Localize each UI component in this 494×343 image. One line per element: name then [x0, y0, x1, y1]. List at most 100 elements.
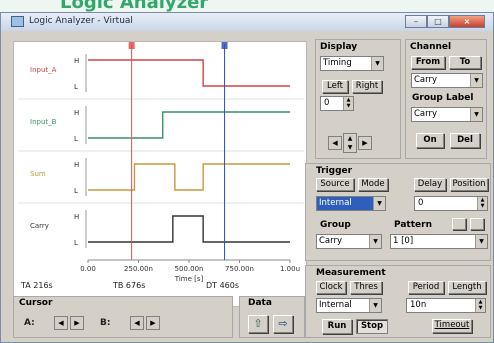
- signal-waveform: [88, 111, 290, 139]
- channel-from-button[interactable]: From: [411, 56, 445, 69]
- waveform-chart: H L Input_A H L Input_B H L Sum H L Carry 0.00 250.00…: [18, 42, 304, 283]
- measurement-title: Measurement: [316, 268, 386, 278]
- chevron-down-icon: ▼: [369, 299, 381, 312]
- x-tick-label: 500.00n: [175, 265, 204, 273]
- channel-on-button[interactable]: On: [416, 133, 444, 148]
- trigger-position-button[interactable]: Position: [450, 178, 488, 191]
- group-label-title: Group Label: [412, 93, 474, 103]
- timeout-button[interactable]: Timeout: [432, 319, 472, 333]
- trigger-group-select[interactable]: Carry ▼: [316, 234, 382, 249]
- measurement-length-button[interactable]: Length: [448, 281, 486, 294]
- measurement-clock-button[interactable]: Clock: [316, 281, 346, 294]
- import-data-button[interactable]: ⇨: [273, 315, 293, 333]
- export-data-button[interactable]: ⇧: [248, 315, 268, 333]
- spin-icon[interactable]: ▲ ▼: [477, 197, 487, 210]
- chevron-down-icon: ▼: [369, 235, 381, 248]
- group-label-select[interactable]: Carry ▼: [411, 107, 483, 122]
- signal-waveform: [88, 215, 290, 243]
- trigger-group-title: Group: [320, 220, 351, 230]
- data-title: Data: [248, 298, 272, 308]
- pattern-next-button[interactable]: [470, 218, 484, 230]
- measurement-period-value: 10n: [410, 300, 427, 310]
- signal-label: Carry: [30, 222, 49, 230]
- tb-readout: TB 676s: [113, 281, 146, 290]
- app-icon: [11, 16, 24, 27]
- close-button[interactable]: ×: [449, 15, 485, 28]
- display-mode-select[interactable]: Timing ▼: [320, 56, 384, 71]
- trigger-pattern-title: Pattern: [394, 220, 432, 230]
- pattern-prev-button[interactable]: [452, 218, 466, 230]
- display-left-button[interactable]: Left: [322, 80, 348, 93]
- signal-waveform: [88, 59, 290, 87]
- display-scroll-right-button[interactable]: ▶: [358, 136, 372, 150]
- display-right-button[interactable]: Right: [352, 80, 382, 93]
- trigger-group-value: Carry: [319, 236, 343, 246]
- banner-text: Logic Analyzer: [60, 0, 209, 12]
- run-button[interactable]: Run: [322, 319, 352, 334]
- trigger-source-button[interactable]: Source: [316, 178, 354, 191]
- display-offset-field[interactable]: 0 ▲ ▼: [320, 96, 354, 111]
- trigger-delay-button[interactable]: Delay: [414, 178, 446, 191]
- trigger-pattern-select[interactable]: 1 [0] ▼: [390, 234, 488, 249]
- waveform-plot[interactable]: H L Input_A H L Input_B H L Sum H L Carry 0.00 250.00…: [13, 41, 307, 307]
- minimize-button[interactable]: –: [405, 15, 427, 28]
- spin-icon[interactable]: ▲ ▼: [475, 299, 485, 312]
- cursor-marker: [221, 42, 228, 49]
- stop-button[interactable]: Stop: [356, 319, 388, 334]
- trigger-delay-value: 0: [418, 198, 424, 208]
- display-mode-value: Timing: [323, 58, 352, 68]
- window-title: Logic Analyzer - Virtual: [29, 16, 133, 26]
- trigger-pattern-value: 1 [0]: [393, 236, 414, 246]
- level-label-low: L: [74, 83, 78, 91]
- level-label-high: H: [74, 109, 79, 117]
- measurement-period-field[interactable]: 10n ▲ ▼: [406, 298, 486, 313]
- cursor-b-left-button[interactable]: ◀: [130, 316, 144, 330]
- measurement-source-select[interactable]: Internal ▼: [316, 298, 382, 313]
- data-panel: Data ⇧ ⇨: [239, 296, 305, 338]
- level-label-low: L: [74, 187, 78, 195]
- level-label-low: L: [74, 135, 78, 143]
- chevron-down-icon: ▼: [373, 197, 385, 210]
- cursor-panel: Cursor A: ◀ ▶ B: ◀ ▶: [13, 296, 233, 338]
- x-axis-label: Time [s]: [174, 275, 204, 283]
- spin-icon[interactable]: ▲ ▼: [343, 97, 353, 110]
- trigger-source-select[interactable]: Internal ▼: [316, 196, 386, 211]
- maximize-button[interactable]: □: [427, 15, 449, 28]
- cursor-b-right-button[interactable]: ▶: [146, 316, 160, 330]
- level-label-high: H: [74, 57, 79, 65]
- cursor-a-right-button[interactable]: ▶: [70, 316, 84, 330]
- x-tick-label: 1.00u: [280, 265, 300, 273]
- zoom-down-icon: ▼: [347, 144, 353, 151]
- channel-panel: Channel From To Carry ▼ Group Label Carry…: [405, 39, 487, 159]
- chevron-down-icon: ▼: [475, 235, 487, 248]
- measurement-thres-button[interactable]: Thres: [350, 281, 382, 294]
- title-bar[interactable]: Logic Analyzer - Virtual – □ ×: [1, 13, 493, 31]
- trigger-mode-button[interactable]: Mode: [358, 178, 388, 191]
- trigger-delay-field[interactable]: 0 ▲ ▼: [414, 196, 488, 211]
- cursor-a-left-button[interactable]: ◀: [54, 316, 68, 330]
- cursor-marker: [128, 42, 135, 49]
- zoom-up-icon: ▲: [347, 135, 353, 142]
- cursor-title: Cursor: [19, 298, 53, 308]
- display-scroll-left-button[interactable]: ◀: [328, 136, 342, 150]
- trigger-source-value: Internal: [319, 198, 352, 208]
- level-label-low: L: [74, 239, 78, 247]
- channel-to-button[interactable]: To: [449, 56, 481, 69]
- trigger-title: Trigger: [316, 166, 353, 176]
- display-zoom-spinner[interactable]: ▲ ▼: [343, 133, 357, 153]
- trigger-panel: Trigger Source Mode Delay Position Inter…: [305, 163, 491, 261]
- level-label-high: H: [74, 161, 79, 169]
- channel-value: Carry: [414, 75, 438, 85]
- chevron-down-icon: ▼: [371, 57, 383, 70]
- group-label-value: Carry: [414, 109, 438, 119]
- cursor-b-label: B:: [100, 318, 111, 328]
- cursor-a-label: A:: [24, 318, 35, 328]
- channel-del-button[interactable]: Del: [450, 133, 480, 148]
- display-title: Display: [320, 42, 358, 52]
- display-offset-value: 0: [324, 98, 330, 108]
- signal-label: Input_A: [30, 66, 57, 74]
- measurement-panel: Measurement Clock Thres Period Length In…: [305, 265, 491, 338]
- measurement-period-button[interactable]: Period: [408, 281, 444, 294]
- channel-title: Channel: [410, 42, 452, 52]
- channel-select[interactable]: Carry ▼: [411, 73, 483, 88]
